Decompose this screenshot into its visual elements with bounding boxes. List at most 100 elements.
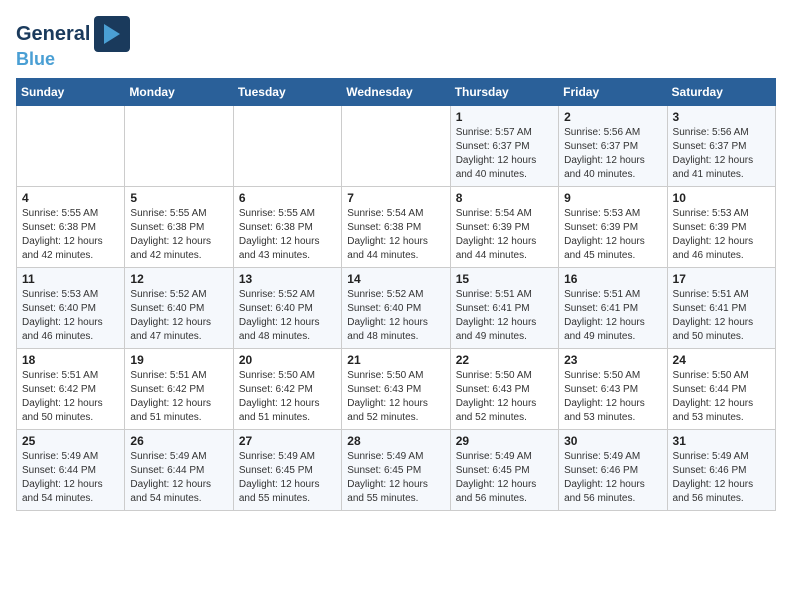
day-cell: 12 Sunrise: 5:52 AMSunset: 6:40 PMDayligh… bbox=[125, 268, 233, 349]
day-detail: Sunrise: 5:55 AMSunset: 6:38 PMDaylight:… bbox=[239, 207, 336, 263]
day-number: 21 bbox=[347, 353, 444, 367]
day-detail: Sunrise: 5:50 AMSunset: 6:44 PMDaylight:… bbox=[673, 369, 770, 425]
day-number: 8 bbox=[456, 191, 553, 205]
day-number: 19 bbox=[130, 353, 227, 367]
logo-icon bbox=[94, 16, 130, 52]
logo-blue-text: Blue bbox=[16, 50, 55, 68]
day-cell: 27 Sunrise: 5:49 AMSunset: 6:45 PMDayligh… bbox=[233, 430, 341, 511]
day-detail: Sunrise: 5:52 AMSunset: 6:40 PMDaylight:… bbox=[347, 288, 444, 344]
day-cell: 30Sunrise: 5:49 AMSunset: 6:46 PMDayligh… bbox=[559, 430, 667, 511]
day-detail: Sunrise: 5:49 AMSunset: 6:44 PMDaylight:… bbox=[130, 450, 227, 506]
calendar-header: SundayMondayTuesdayWednesdayThursdayFrid… bbox=[17, 79, 776, 106]
day-number: 15 bbox=[456, 272, 553, 286]
day-cell: 28 Sunrise: 5:49 AMSunset: 6:45 PMDayligh… bbox=[342, 430, 450, 511]
day-cell: 8 Sunrise: 5:54 AMSunset: 6:39 PMDaylight… bbox=[450, 187, 558, 268]
day-cell: 20 Sunrise: 5:50 AMSunset: 6:42 PMDayligh… bbox=[233, 349, 341, 430]
day-detail: Sunrise: 5:51 AMSunset: 6:42 PMDaylight:… bbox=[22, 369, 119, 425]
day-detail: Sunrise: 5:54 AMSunset: 6:39 PMDaylight:… bbox=[456, 207, 553, 263]
day-detail: Sunrise: 5:57 AMSunset: 6:37 PMDaylight:… bbox=[456, 126, 553, 182]
day-detail: Sunrise: 5:54 AMSunset: 6:38 PMDaylight:… bbox=[347, 207, 444, 263]
day-detail: Sunrise: 5:49 AMSunset: 6:46 PMDaylight:… bbox=[564, 450, 661, 506]
day-number: 17 bbox=[673, 272, 770, 286]
header-row: SundayMondayTuesdayWednesdayThursdayFrid… bbox=[17, 79, 776, 106]
day-cell: 4 Sunrise: 5:55 AMSunset: 6:38 PMDaylight… bbox=[17, 187, 125, 268]
day-cell: 17Sunrise: 5:51 AMSunset: 6:41 PMDayligh… bbox=[667, 268, 775, 349]
day-number: 18 bbox=[22, 353, 119, 367]
day-detail: Sunrise: 5:51 AMSunset: 6:42 PMDaylight:… bbox=[130, 369, 227, 425]
day-detail: Sunrise: 5:50 AMSunset: 6:43 PMDaylight:… bbox=[347, 369, 444, 425]
day-number: 28 bbox=[347, 434, 444, 448]
day-detail: Sunrise: 5:49 AMSunset: 6:46 PMDaylight:… bbox=[673, 450, 770, 506]
week-row-2: 4 Sunrise: 5:55 AMSunset: 6:38 PMDaylight… bbox=[17, 187, 776, 268]
header-cell-monday: Monday bbox=[125, 79, 233, 106]
calendar-body: 1 Sunrise: 5:57 AMSunset: 6:37 PMDaylight… bbox=[17, 106, 776, 511]
day-number: 12 bbox=[130, 272, 227, 286]
day-number: 4 bbox=[22, 191, 119, 205]
day-detail: Sunrise: 5:49 AMSunset: 6:45 PMDaylight:… bbox=[239, 450, 336, 506]
day-detail: Sunrise: 5:53 AMSunset: 6:39 PMDaylight:… bbox=[673, 207, 770, 263]
day-cell: 22 Sunrise: 5:50 AMSunset: 6:43 PMDayligh… bbox=[450, 349, 558, 430]
logo-general: General bbox=[16, 23, 90, 45]
calendar-table: SundayMondayTuesdayWednesdayThursdayFrid… bbox=[16, 78, 776, 511]
day-number: 25 bbox=[22, 434, 119, 448]
day-cell: 18 Sunrise: 5:51 AMSunset: 6:42 PMDayligh… bbox=[17, 349, 125, 430]
day-detail: Sunrise: 5:49 AMSunset: 6:45 PMDaylight:… bbox=[347, 450, 444, 506]
day-cell: 1 Sunrise: 5:57 AMSunset: 6:37 PMDaylight… bbox=[450, 106, 558, 187]
day-detail: Sunrise: 5:51 AMSunset: 6:41 PMDaylight:… bbox=[456, 288, 553, 344]
day-number: 29 bbox=[456, 434, 553, 448]
header-cell-sunday: Sunday bbox=[17, 79, 125, 106]
day-number: 9 bbox=[564, 191, 661, 205]
day-cell: 29 Sunrise: 5:49 AMSunset: 6:45 PMDayligh… bbox=[450, 430, 558, 511]
header-cell-tuesday: Tuesday bbox=[233, 79, 341, 106]
day-detail: Sunrise: 5:53 AMSunset: 6:39 PMDaylight:… bbox=[564, 207, 661, 263]
day-detail: Sunrise: 5:49 AMSunset: 6:44 PMDaylight:… bbox=[22, 450, 119, 506]
day-number: 26 bbox=[130, 434, 227, 448]
day-number: 31 bbox=[673, 434, 770, 448]
day-detail: Sunrise: 5:56 AMSunset: 6:37 PMDaylight:… bbox=[673, 126, 770, 182]
header-cell-wednesday: Wednesday bbox=[342, 79, 450, 106]
day-cell: 26 Sunrise: 5:49 AMSunset: 6:44 PMDayligh… bbox=[125, 430, 233, 511]
day-cell: 24Sunrise: 5:50 AMSunset: 6:44 PMDayligh… bbox=[667, 349, 775, 430]
day-detail: Sunrise: 5:49 AMSunset: 6:45 PMDaylight:… bbox=[456, 450, 553, 506]
day-cell bbox=[17, 106, 125, 187]
header-cell-thursday: Thursday bbox=[450, 79, 558, 106]
day-cell: 2Sunrise: 5:56 AMSunset: 6:37 PMDaylight… bbox=[559, 106, 667, 187]
day-detail: Sunrise: 5:55 AMSunset: 6:38 PMDaylight:… bbox=[22, 207, 119, 263]
day-cell bbox=[233, 106, 341, 187]
day-detail: Sunrise: 5:50 AMSunset: 6:43 PMDaylight:… bbox=[456, 369, 553, 425]
day-cell: 13 Sunrise: 5:52 AMSunset: 6:40 PMDayligh… bbox=[233, 268, 341, 349]
day-number: 23 bbox=[564, 353, 661, 367]
day-cell bbox=[342, 106, 450, 187]
day-cell: 7 Sunrise: 5:54 AMSunset: 6:38 PMDaylight… bbox=[342, 187, 450, 268]
day-number: 5 bbox=[130, 191, 227, 205]
day-number: 20 bbox=[239, 353, 336, 367]
day-cell: 9 Sunrise: 5:53 AMSunset: 6:39 PMDaylight… bbox=[559, 187, 667, 268]
day-number: 1 bbox=[456, 110, 553, 124]
day-number: 27 bbox=[239, 434, 336, 448]
day-detail: Sunrise: 5:51 AMSunset: 6:41 PMDaylight:… bbox=[564, 288, 661, 344]
day-number: 3 bbox=[673, 110, 770, 124]
logo: General Blue bbox=[16, 16, 130, 68]
day-number: 6 bbox=[239, 191, 336, 205]
day-detail: Sunrise: 5:50 AMSunset: 6:42 PMDaylight:… bbox=[239, 369, 336, 425]
day-detail: Sunrise: 5:52 AMSunset: 6:40 PMDaylight:… bbox=[239, 288, 336, 344]
day-detail: Sunrise: 5:53 AMSunset: 6:40 PMDaylight:… bbox=[22, 288, 119, 344]
day-detail: Sunrise: 5:56 AMSunset: 6:37 PMDaylight:… bbox=[564, 126, 661, 182]
day-number: 16 bbox=[564, 272, 661, 286]
day-number: 13 bbox=[239, 272, 336, 286]
header-cell-friday: Friday bbox=[559, 79, 667, 106]
page-header: General Blue bbox=[16, 16, 776, 68]
day-cell: 31 Sunrise: 5:49 AMSunset: 6:46 PMDayligh… bbox=[667, 430, 775, 511]
day-number: 7 bbox=[347, 191, 444, 205]
header-cell-saturday: Saturday bbox=[667, 79, 775, 106]
day-cell: 16 Sunrise: 5:51 AMSunset: 6:41 PMDayligh… bbox=[559, 268, 667, 349]
day-cell: 23Sunrise: 5:50 AMSunset: 6:43 PMDayligh… bbox=[559, 349, 667, 430]
day-detail: Sunrise: 5:52 AMSunset: 6:40 PMDaylight:… bbox=[130, 288, 227, 344]
week-row-1: 1 Sunrise: 5:57 AMSunset: 6:37 PMDaylight… bbox=[17, 106, 776, 187]
day-cell: 6 Sunrise: 5:55 AMSunset: 6:38 PMDaylight… bbox=[233, 187, 341, 268]
day-cell bbox=[125, 106, 233, 187]
day-number: 11 bbox=[22, 272, 119, 286]
day-detail: Sunrise: 5:55 AMSunset: 6:38 PMDaylight:… bbox=[130, 207, 227, 263]
day-cell: 25 Sunrise: 5:49 AMSunset: 6:44 PMDayligh… bbox=[17, 430, 125, 511]
day-number: 22 bbox=[456, 353, 553, 367]
